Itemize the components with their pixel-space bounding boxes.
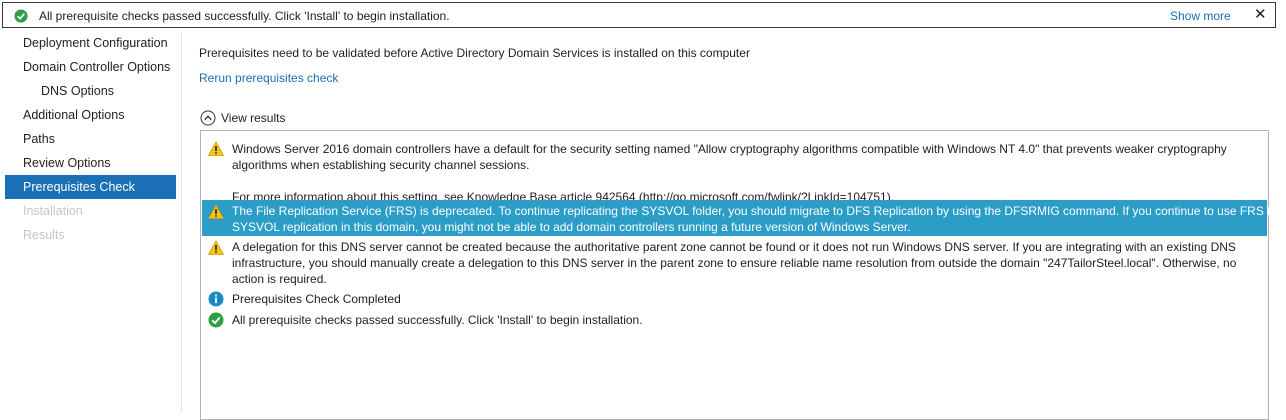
- close-icon[interactable]: ✕: [1254, 5, 1267, 23]
- result-message: Windows Server 2016 domain controllers h…: [232, 141, 1262, 205]
- warning-icon: [208, 141, 224, 156]
- nav-results: Results: [23, 228, 65, 242]
- result-line: action is required.: [232, 272, 327, 286]
- result-message: A delegation for this DNS server cannot …: [232, 239, 1262, 287]
- result-row-selected[interactable]: The File Replication Service (FRS) is de…: [202, 200, 1282, 236]
- result-line: SYSVOL replication in this domain, you m…: [232, 220, 911, 234]
- nav-prerequisites-check[interactable]: Prerequisites Check: [5, 175, 176, 199]
- warning-icon: [208, 204, 224, 219]
- wizard-navigation: Deployment Configuration Domain Controll…: [5, 31, 176, 247]
- success-check-icon: [14, 9, 28, 23]
- nav-dns-options[interactable]: DNS Options: [5, 79, 176, 103]
- nav-paths[interactable]: Paths: [5, 127, 176, 151]
- view-results-label: View results: [221, 111, 286, 125]
- nav-domain-controller-options[interactable]: Domain Controller Options: [5, 55, 176, 79]
- result-line: A delegation for this DNS server cannot …: [232, 240, 1236, 254]
- nav-divider: [181, 31, 182, 412]
- result-line: All prerequisite checks passed successfu…: [232, 313, 643, 327]
- result-message: All prerequisite checks passed successfu…: [232, 312, 1262, 328]
- result-line: Windows Server 2016 domain controllers h…: [232, 142, 1227, 156]
- result-line: infrastructure, you should manually crea…: [232, 256, 1237, 270]
- nav-review-options[interactable]: Review Options: [5, 151, 176, 175]
- result-row[interactable]: Prerequisites Check Completed: [202, 290, 1267, 308]
- result-line: The File Replication Service (FRS) is de…: [232, 204, 1282, 218]
- result-row[interactable]: Windows Server 2016 domain controllers h…: [202, 136, 1267, 204]
- chevron-up-icon: [200, 110, 216, 126]
- notification-bar: All prerequisite checks passed successfu…: [2, 2, 1276, 28]
- result-row[interactable]: All prerequisite checks passed successfu…: [202, 311, 1267, 329]
- result-row[interactable]: A delegation for this DNS server cannot …: [202, 238, 1267, 288]
- notification-message: All prerequisite checks passed successfu…: [39, 9, 450, 23]
- result-line: Prerequisites Check Completed: [232, 292, 401, 306]
- results-list: Windows Server 2016 domain controllers h…: [200, 130, 1282, 420]
- nav-deployment-configuration[interactable]: Deployment Configuration: [5, 31, 176, 55]
- warning-icon: [208, 240, 224, 255]
- nav-installation: Installation: [23, 204, 83, 218]
- result-message: Prerequisites Check Completed: [232, 291, 1262, 307]
- success-check-icon: [208, 312, 224, 328]
- nav-additional-options[interactable]: Additional Options: [5, 103, 176, 127]
- result-message: The File Replication Service (FRS) is de…: [232, 203, 1282, 235]
- result-line: algorithms when establishing security ch…: [232, 158, 530, 172]
- intro-text: Prerequisites need to be validated befor…: [199, 46, 750, 60]
- info-icon: [208, 291, 224, 307]
- show-more-link[interactable]: Show more: [1170, 9, 1231, 23]
- rerun-prerequisites-link[interactable]: Rerun prerequisites check: [199, 71, 338, 85]
